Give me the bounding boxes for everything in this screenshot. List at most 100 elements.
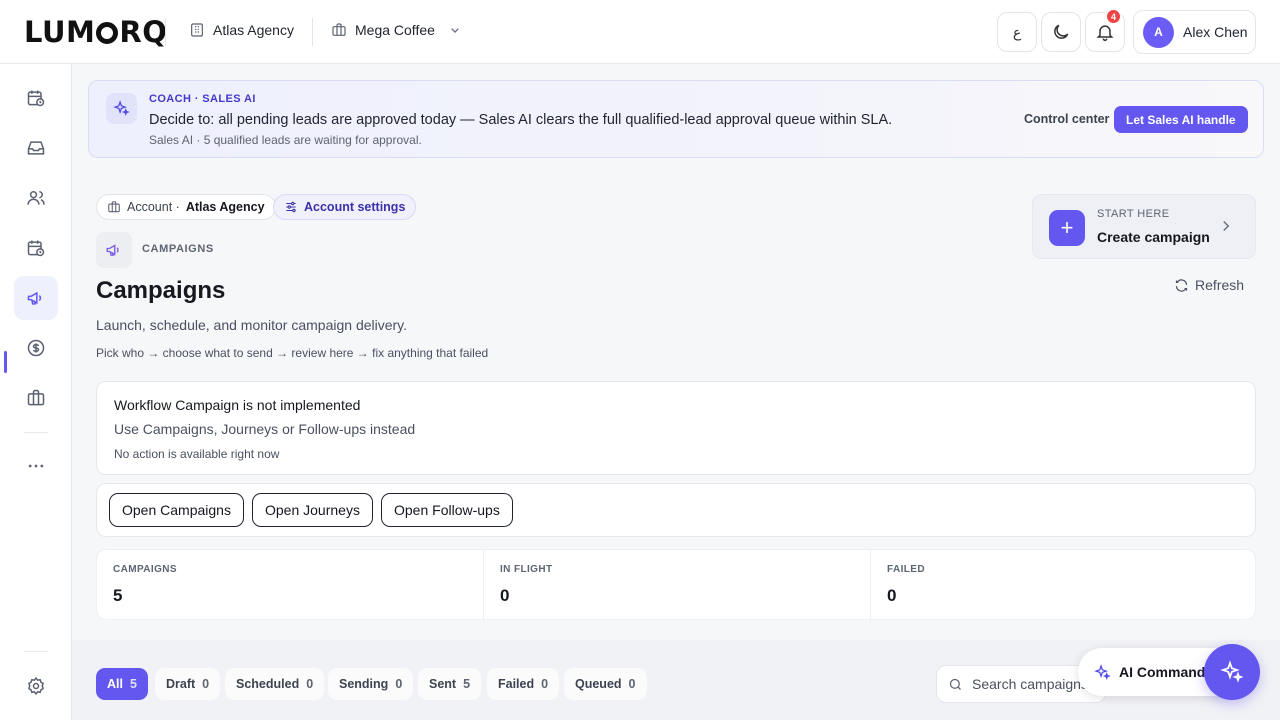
filter-label: Sending	[339, 677, 389, 691]
filter-count: 0	[202, 677, 210, 691]
avatar: A	[1143, 16, 1174, 48]
account-settings-label: Account settings	[304, 200, 406, 214]
language-button[interactable]: ع	[997, 12, 1037, 52]
filter-label: Queued	[575, 677, 622, 691]
active-indicator	[4, 351, 7, 373]
refresh-button[interactable]: Refresh	[1174, 277, 1244, 293]
sidebar	[0, 64, 72, 720]
filter-tab-failed[interactable]: Failed 0	[487, 668, 560, 700]
filter-tab-sent[interactable]: Sent 5	[418, 668, 482, 700]
action-bar: Open Campaigns Open Journeys Open Follow…	[96, 483, 1256, 537]
coach-subtitle: Sales AI · 5 qualified leads are waiting…	[149, 133, 422, 147]
divider	[312, 18, 313, 46]
briefcase-icon	[108, 201, 120, 213]
agency-switcher[interactable]: Atlas Agency	[189, 22, 294, 38]
inbox-icon	[27, 141, 45, 155]
stat-value: 0	[500, 586, 510, 605]
refresh-label: Refresh	[1195, 277, 1245, 293]
calendar-clock-icon	[27, 90, 45, 107]
sidebar-divider	[24, 651, 48, 652]
account-label: Account ·	[127, 200, 180, 214]
open-follow-ups-button[interactable]: Open Follow-ups	[381, 493, 513, 527]
filter-count: 0	[628, 677, 636, 691]
user-menu-button[interactable]: A Alex Chen	[1133, 10, 1256, 54]
account-settings-button[interactable]: Account settings	[273, 194, 417, 220]
filter-tab-queued[interactable]: Queued 0	[564, 668, 647, 700]
bell-icon	[1096, 25, 1114, 42]
ai-assistant-fab[interactable]	[1204, 644, 1260, 700]
logo-text-end: RQ	[119, 15, 168, 49]
client-switcher[interactable]: Mega Coffee	[331, 22, 463, 38]
users-icon	[27, 191, 45, 205]
top-bar: LUM RQ Atlas Agency Mega Coffee ع 4 A Ale…	[0, 0, 1280, 64]
more-icon	[28, 464, 44, 468]
megaphone-icon	[27, 291, 42, 305]
sliders-icon	[286, 201, 296, 213]
sparkles-icon	[106, 93, 137, 124]
ai-command-label: AI Command	[1119, 664, 1206, 680]
sidebar-item-schedule[interactable]	[14, 226, 58, 270]
search-input[interactable]	[972, 676, 1092, 692]
briefcase-icon	[332, 23, 346, 36]
sidebar-item-settings[interactable]	[14, 664, 58, 708]
filter-count: 0	[306, 677, 314, 691]
stat-failed: FAILED 0	[871, 550, 1257, 621]
coach-tag: COACH · SALES AI	[149, 93, 256, 105]
sidebar-item-portfolio[interactable]	[14, 376, 58, 420]
chevron-down-icon	[451, 28, 459, 33]
filter-count: 0	[395, 677, 403, 691]
open-journeys-button[interactable]: Open Journeys	[252, 493, 373, 527]
account-chip[interactable]: Account · Atlas Agency	[96, 194, 276, 220]
create-campaign-card[interactable]: + START HERE Create campaign	[1032, 194, 1256, 259]
filter-tab-draft[interactable]: Draft 0	[155, 668, 221, 700]
stat-label: CAMPAIGNS	[113, 564, 177, 575]
control-center-link[interactable]: Control center	[1024, 112, 1109, 126]
filter-count: 0	[541, 677, 549, 691]
start-here-label: START HERE	[1097, 208, 1170, 220]
megaphone-icon	[96, 232, 132, 268]
theme-toggle-button[interactable]	[1041, 12, 1081, 52]
sparkles-icon	[1220, 660, 1244, 683]
notification-count-badge: 4	[1106, 9, 1121, 24]
stat-in-flight: IN FLIGHT 0	[484, 550, 870, 621]
agency-name: Atlas Agency	[213, 22, 294, 38]
filter-label: Failed	[498, 677, 535, 691]
building-icon	[191, 23, 203, 37]
stat-label: IN FLIGHT	[500, 564, 553, 575]
sidebar-item-contacts[interactable]	[14, 176, 58, 220]
sidebar-item-inbox[interactable]	[14, 126, 58, 170]
page-subtitle: Launch, schedule, and monitor campaign d…	[96, 317, 408, 333]
stat-label: FAILED	[887, 564, 925, 575]
workflow-hint: Pick who → choose what to send → review …	[96, 346, 489, 360]
moon-icon	[1054, 24, 1069, 39]
filter-label: Sent	[429, 677, 457, 691]
brand-logo[interactable]: LUM RQ	[24, 15, 168, 49]
search-icon	[949, 678, 961, 690]
refresh-icon	[1175, 278, 1188, 292]
chevron-right-icon	[1223, 220, 1230, 232]
sidebar-item-more[interactable]	[14, 444, 58, 488]
stats-panel: CAMPAIGNS 5 IN FLIGHT 0 FAILED 0	[96, 549, 1257, 621]
filter-tab-sending[interactable]: Sending 0	[328, 668, 414, 700]
stat-campaigns: CAMPAIGNS 5	[97, 550, 483, 621]
divider	[165, 18, 166, 46]
section-label: CAMPAIGNS	[142, 243, 214, 255]
logo-o-ring	[96, 22, 119, 44]
client-name: Mega Coffee	[355, 22, 435, 38]
sidebar-item-campaigns[interactable]	[14, 276, 58, 320]
let-sales-ai-handle-button[interactable]: Let Sales AI handle	[1114, 106, 1248, 133]
filter-label: Draft	[166, 677, 196, 691]
sidebar-item-calendar[interactable]	[14, 76, 58, 120]
gear-icon	[28, 676, 44, 696]
filter-tab-scheduled[interactable]: Scheduled 0	[225, 668, 325, 700]
language-label: ع	[1012, 23, 1022, 40]
stat-value: 5	[113, 586, 123, 605]
filter-label: Scheduled	[236, 677, 300, 691]
filter-tab-all[interactable]: All 5	[96, 668, 148, 700]
sidebar-item-billing[interactable]	[14, 326, 58, 370]
page-title: Campaigns	[96, 277, 226, 304]
briefcase-icon	[27, 389, 45, 406]
open-campaigns-button[interactable]: Open Campaigns	[109, 493, 244, 527]
notifications-button[interactable]: 4	[1085, 9, 1125, 52]
create-campaign-label: Create campaign	[1097, 229, 1210, 245]
